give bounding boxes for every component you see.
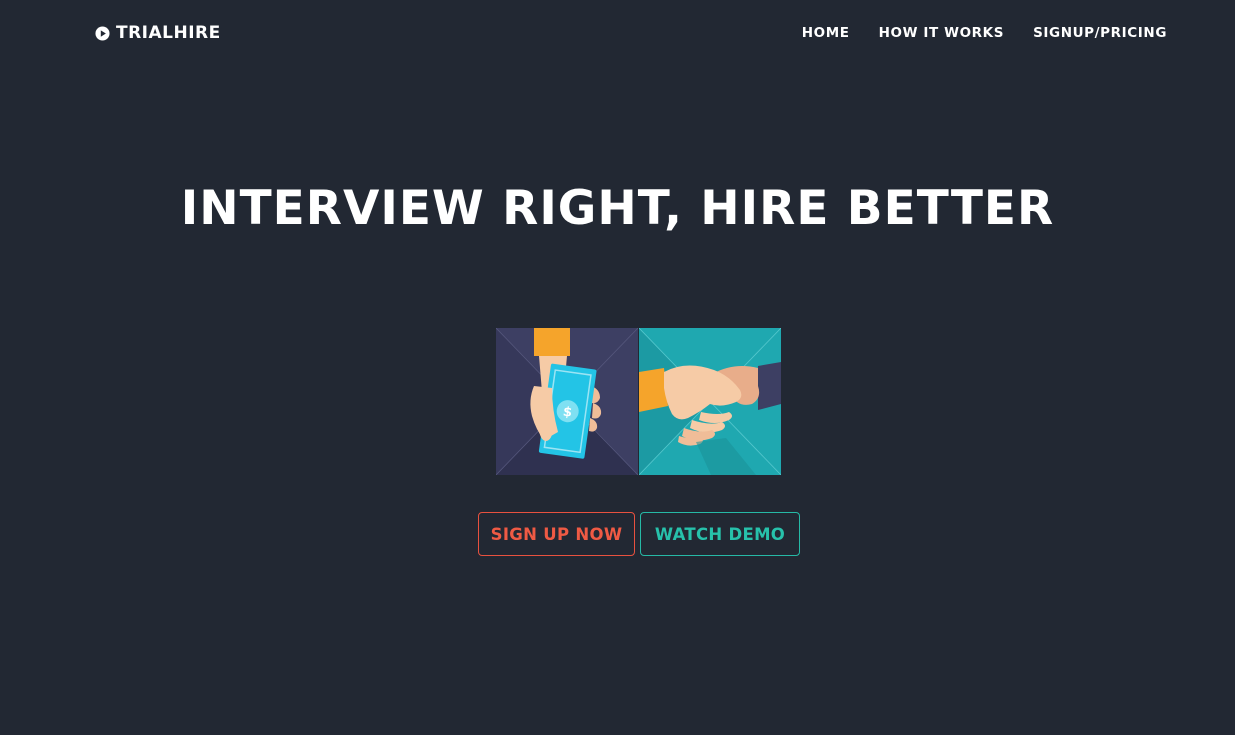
play-circle-icon xyxy=(95,25,110,41)
hero-illustration: $ xyxy=(496,328,781,475)
main-nav: HOME HOW IT WORKS SIGNUP/PRICING xyxy=(802,24,1167,42)
nav-link-signup-pricing[interactable]: SIGNUP/PRICING xyxy=(1033,24,1167,42)
top-navigation-bar: TRIALHIRE HOME HOW IT WORKS SIGNUP/PRICI… xyxy=(0,0,1235,66)
nav-link-home[interactable]: HOME xyxy=(802,24,850,42)
brand-logo-link[interactable]: TRIALHIRE xyxy=(95,22,221,44)
watch-demo-button[interactable]: WATCH DEMO xyxy=(640,512,800,556)
cta-buttons: SIGN UP NOW WATCH DEMO xyxy=(478,512,800,556)
hero-title: INTERVIEW RIGHT, HIRE BETTER xyxy=(180,181,1055,236)
nav-link-how-it-works[interactable]: HOW IT WORKS xyxy=(879,24,1004,42)
sign-up-now-button[interactable]: SIGN UP NOW xyxy=(478,512,635,556)
brand-name: TRIALHIRE xyxy=(116,23,221,43)
handshake-icon xyxy=(639,328,781,475)
hand-holding-money-icon: $ xyxy=(496,328,638,475)
